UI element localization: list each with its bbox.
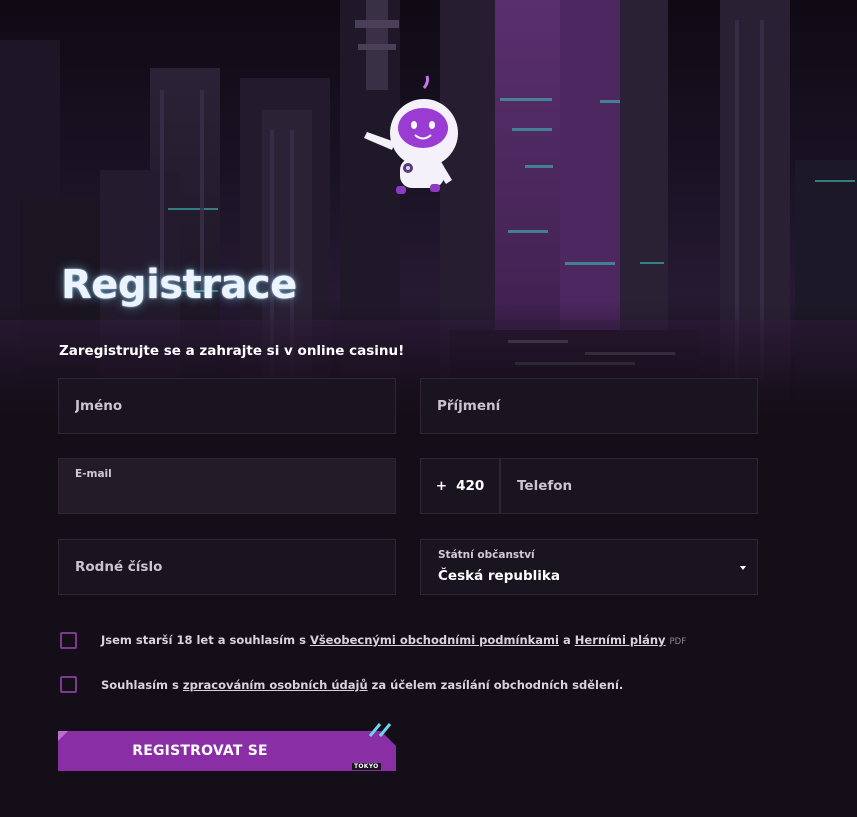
phone-prefix[interactable]: + 420 [420, 458, 500, 514]
last-name-input[interactable] [421, 379, 757, 433]
birth-number-field[interactable] [58, 539, 396, 595]
phone-prefix-code: 420 [456, 478, 485, 494]
email-field[interactable]: E-mail [58, 458, 396, 514]
citizenship-value: Česká republika [438, 568, 560, 584]
tokyo-logo: TOKYO [352, 763, 381, 770]
birth-number-input[interactable] [59, 540, 395, 594]
last-name-field[interactable] [420, 378, 758, 434]
marketing-consent-text-after: za účelem zasílání obchodních sdělení. [367, 678, 624, 692]
stripes-icon [368, 723, 392, 737]
phone-field[interactable] [500, 458, 758, 514]
terms-link[interactable]: Všeobecnými obchodními podmínkami [310, 633, 559, 647]
game-plans-link[interactable]: Herními plány [575, 633, 666, 647]
age-consent-text-before: Jsem starší 18 let a souhlasím s [101, 633, 310, 647]
marketing-consent-checkbox[interactable] [60, 676, 77, 693]
page-subtitle: Zaregistrujte se a zahrajte si v online … [59, 343, 405, 359]
caret-down-icon [740, 566, 746, 570]
email-input[interactable] [59, 459, 395, 513]
citizenship-select[interactable]: Státní občanství Česká republika [420, 539, 758, 595]
first-name-field[interactable] [58, 378, 396, 434]
marketing-consent-text-before: Souhlasím s [101, 678, 183, 692]
marketing-consent-text: Souhlasím s zpracováním osobních údajů z… [101, 678, 623, 692]
personal-data-link[interactable]: zpracováním osobních údajů [183, 678, 368, 692]
phone-input[interactable] [501, 459, 757, 513]
registration-panel: Registrace Zaregistrujte se a zahrajte s… [0, 0, 857, 817]
age-consent-text: Jsem starší 18 let a souhlasím s Všeobec… [101, 633, 686, 647]
age-consent-text-between: a [558, 633, 575, 647]
register-button[interactable]: REGISTROVAT SE [58, 731, 396, 771]
age-consent-checkbox[interactable] [60, 632, 77, 649]
phone-prefix-plus: + [435, 478, 448, 494]
first-name-input[interactable] [59, 379, 395, 433]
page-title: Registrace [61, 262, 297, 308]
pdf-badge: PDF [669, 637, 687, 647]
citizenship-label: Státní občanství [438, 549, 535, 561]
